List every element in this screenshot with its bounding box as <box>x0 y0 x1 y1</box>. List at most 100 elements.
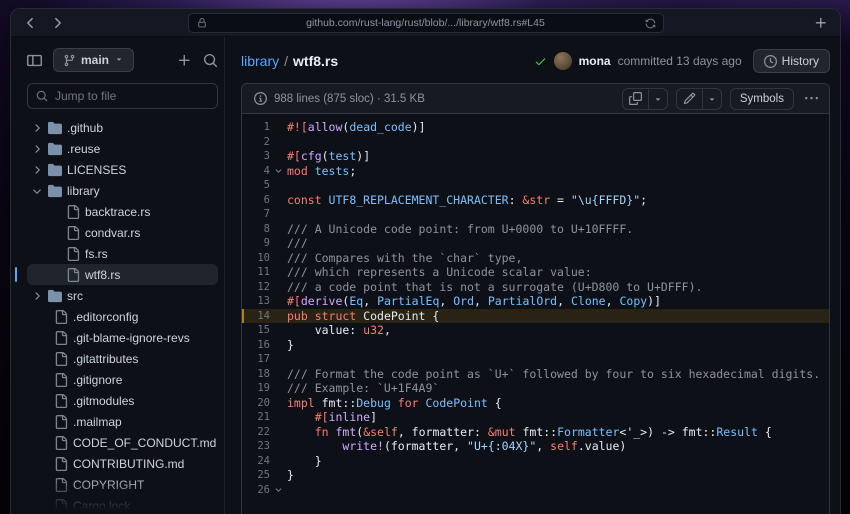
kebab-icon <box>805 96 818 100</box>
history-button[interactable]: History <box>752 49 830 73</box>
file-icon <box>54 477 68 492</box>
code-line: 10 /// Compares with the `char` type, <box>242 251 829 266</box>
line-number[interactable]: 5 <box>242 178 270 193</box>
code-line: 15 value: u32, <box>242 323 829 338</box>
tree-file-COPYRIGHT[interactable]: COPYRIGHT <box>27 474 218 495</box>
new-tab-button[interactable] <box>814 16 828 30</box>
copy-button-group <box>621 87 668 110</box>
file-icon <box>54 435 68 450</box>
branch-selector[interactable]: main <box>53 48 135 72</box>
add-file-button[interactable] <box>177 53 192 68</box>
code-text: const UTF8_REPLACEMENT_CHARACTER: &str =… <box>287 192 648 207</box>
line-number[interactable]: 24 <box>242 454 270 469</box>
line-number[interactable]: 15 <box>242 323 270 338</box>
tree-file-CONTRIBUTING.md[interactable]: CONTRIBUTING.md <box>27 453 218 474</box>
line-number[interactable]: 8 <box>242 222 270 237</box>
line-number[interactable]: 17 <box>242 352 270 367</box>
file-tree-sidebar: main Jump to file .github .reuse LICENSES l… <box>11 37 225 514</box>
line-number[interactable]: 14 <box>242 309 270 324</box>
tree-file-Cargo.lock[interactable]: Cargo.lock <box>27 495 218 514</box>
tree-folder-.github[interactable]: .github <box>27 117 218 138</box>
code-line: 2 <box>242 135 829 150</box>
tree-file-backtrace.rs[interactable]: backtrace.rs <box>27 201 218 222</box>
line-number[interactable]: 22 <box>242 425 270 440</box>
tree-item-label: .gitattributes <box>73 351 139 366</box>
browser-chrome: github.com/rust-lang/rust/blob/.../libra… <box>11 9 840 37</box>
tree-file-.gitignore[interactable]: .gitignore <box>27 369 218 390</box>
line-number[interactable]: 19 <box>242 381 270 396</box>
line-number[interactable]: 3 <box>242 149 270 164</box>
edit-button[interactable] <box>675 87 703 110</box>
folder-icon <box>48 289 62 303</box>
tree-folder-LICENSES[interactable]: LICENSES <box>27 159 218 180</box>
tree-file-.mailmap[interactable]: .mailmap <box>27 411 218 432</box>
back-button[interactable] <box>23 16 37 30</box>
history-label: History <box>781 54 819 68</box>
code-line: 17 <box>242 352 829 367</box>
code-line: 23 write!(formatter, "U+{:04X}", self.va… <box>242 439 829 454</box>
code-line: 3 #[cfg(test)] <box>242 149 829 164</box>
line-number[interactable]: 9 <box>242 236 270 251</box>
tree-folder-src[interactable]: src <box>27 285 218 306</box>
line-number[interactable]: 20 <box>242 396 270 411</box>
tree-folder-.reuse[interactable]: .reuse <box>27 138 218 159</box>
tree-file-fs.rs[interactable]: fs.rs <box>27 243 218 264</box>
sidebar-controls: main <box>27 47 218 73</box>
line-number[interactable]: 23 <box>242 439 270 454</box>
line-number[interactable]: 6 <box>242 193 270 208</box>
code-text: #[inline] <box>314 410 378 424</box>
line-number[interactable]: 1 <box>242 120 270 135</box>
avatar[interactable] <box>553 52 572 70</box>
tree-item-label: .git-blame-ignore-revs <box>73 330 190 345</box>
commit-author[interactable]: mona <box>579 54 611 68</box>
chevron-icon <box>31 143 43 155</box>
tree-file-.gitmodules[interactable]: .gitmodules <box>27 390 218 411</box>
search-button[interactable] <box>203 53 218 68</box>
sidebar-collapse-button[interactable] <box>27 53 42 68</box>
tree-item-label: Cargo.lock <box>73 498 131 513</box>
line-number[interactable]: 10 <box>242 251 270 266</box>
line-number[interactable]: 13 <box>242 294 270 309</box>
symbols-label: Symbols <box>739 92 784 105</box>
tree-file-.git-blame-ignore-revs[interactable]: .git-blame-ignore-revs <box>27 327 218 348</box>
code-line: 21 #[inline] <box>242 410 829 425</box>
line-number[interactable]: 26 <box>242 483 270 498</box>
url-bar[interactable]: github.com/rust-lang/rust/blob/.../libra… <box>187 13 664 33</box>
line-number[interactable]: 21 <box>242 410 270 425</box>
lines-summary: 988 lines (875 sloc) · 31.5 KB <box>274 92 425 105</box>
edit-dropdown-button[interactable] <box>702 87 722 110</box>
fold-chevron-icon[interactable] <box>270 485 287 494</box>
line-number[interactable]: 2 <box>242 135 270 150</box>
line-number[interactable]: 16 <box>242 338 270 353</box>
copy-button[interactable] <box>621 87 649 110</box>
branch-icon <box>64 54 75 66</box>
tree-file-wtf8.rs[interactable]: wtf8.rs <box>15 264 218 285</box>
tree-item-label: library <box>67 183 100 198</box>
refresh-icon[interactable] <box>645 18 656 32</box>
tree-file-CODE_OF_CONDUCT.md[interactable]: CODE_OF_CONDUCT.md <box>27 432 218 453</box>
line-number[interactable]: 7 <box>242 207 270 222</box>
file-icon <box>54 351 68 366</box>
line-number[interactable]: 18 <box>242 367 270 382</box>
chevron-icon <box>31 164 43 176</box>
forward-button[interactable] <box>51 16 65 30</box>
line-number[interactable]: 25 <box>242 468 270 483</box>
line-number[interactable]: 11 <box>242 265 270 280</box>
line-number[interactable]: 12 <box>242 280 270 295</box>
search-icon <box>36 90 48 102</box>
file-icon <box>54 330 68 345</box>
symbols-button[interactable]: Symbols <box>729 87 794 110</box>
tree-file-condvar.rs[interactable]: condvar.rs <box>27 222 218 243</box>
more-options-button[interactable] <box>802 92 821 105</box>
jump-to-file-input[interactable]: Jump to file <box>27 83 218 109</box>
breadcrumb-dir-link[interactable]: library <box>241 53 279 69</box>
tree-item-label: CODE_OF_CONDUCT.md <box>73 435 217 450</box>
copy-dropdown-button[interactable] <box>648 87 668 110</box>
fold-chevron-icon[interactable] <box>270 166 287 175</box>
line-number[interactable]: 4 <box>242 164 270 179</box>
github-code-view: main Jump to file .github .reuse LICENSES l… <box>11 37 840 514</box>
tree-file-.editorconfig[interactable]: .editorconfig <box>27 306 218 327</box>
code-line: 14 pub struct CodePoint { <box>242 308 829 324</box>
tree-file-.gitattributes[interactable]: .gitattributes <box>27 348 218 369</box>
tree-folder-library[interactable]: library <box>27 180 218 201</box>
